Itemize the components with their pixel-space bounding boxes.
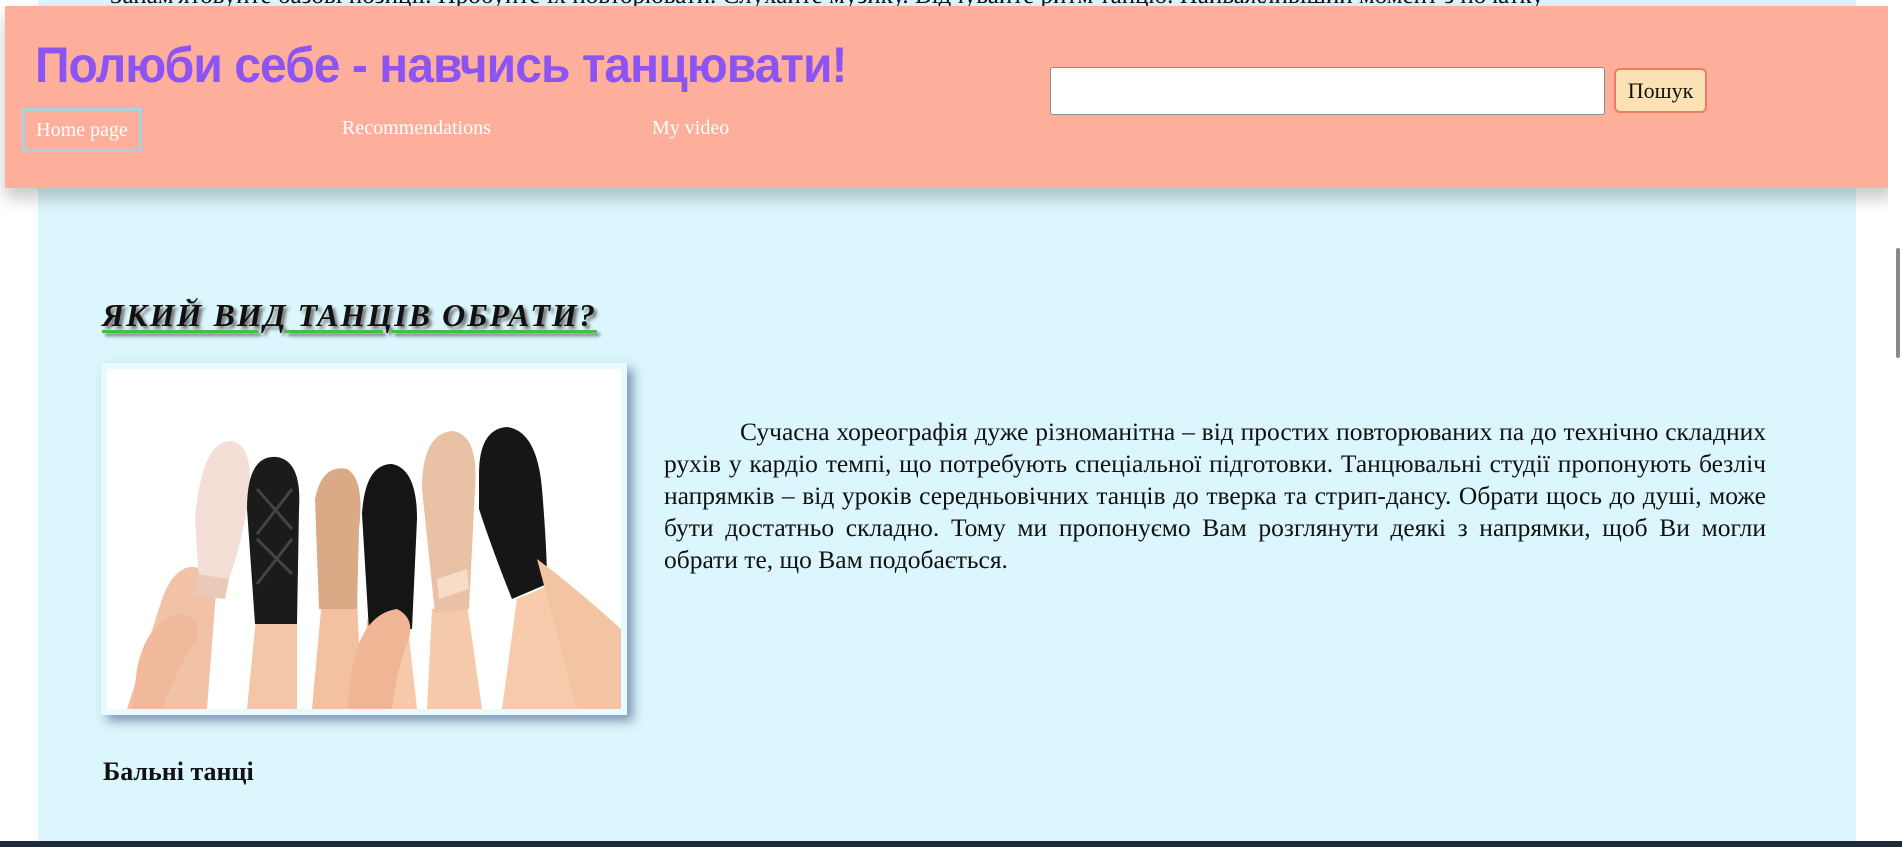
site-title: Полюби себе - навчись танцювати! (35, 37, 848, 93)
page-scrollbar[interactable] (1888, 0, 1902, 841)
section-heading: ЯКИЙ ВИД ТАНЦІВ ОБРАТИ? (102, 297, 597, 333)
site-header: Полюби себе - навчись танцювати! Home pa… (5, 6, 1895, 188)
dance-shoes-image (101, 363, 627, 715)
intro-paragraph: Сучасна хореографія дуже різноманітна – … (664, 417, 1766, 574)
nav-home-link[interactable]: Home page (22, 108, 142, 152)
nav-recommendations-link[interactable]: Recommendations (342, 117, 491, 140)
search-input[interactable] (1050, 67, 1605, 115)
scrollbar-thumb[interactable] (1896, 248, 1900, 358)
taskbar-edge (0, 841, 1902, 847)
ballroom-dance-heading: Бальні танці (103, 757, 254, 786)
nav-my-video-link[interactable]: My video (652, 117, 729, 140)
search-button[interactable]: Пошук (1614, 68, 1707, 113)
